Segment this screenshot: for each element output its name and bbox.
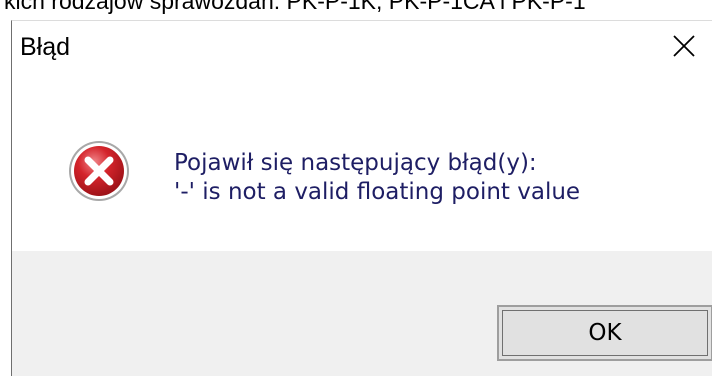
dialog-title: Błąd [20,33,71,61]
dialog-footer: OK [12,251,712,376]
focus-rectangle [502,310,708,356]
background-document-text: kich rodzajów sprawozdań: PK-P-1K, PK-P-… [4,0,586,14]
error-icon [69,141,129,201]
error-message-line-1: Pojawił się następujący błąd(y): [174,150,537,176]
dialog-content: Pojawił się następujący błąd(y): '-' is … [12,75,712,251]
ok-button[interactable]: OK [497,305,712,361]
error-dialog: Błąd Pojawił się następujący błąd(y): '-… [11,20,712,376]
close-button[interactable] [656,21,712,71]
dialog-titlebar: Błąd [12,21,712,75]
error-message-line-2: '-' is not a valid floating point value [174,179,581,205]
error-message: Pojawił się następujący błąd(y): '-' is … [174,149,580,207]
screen: kich rodzajów sprawozdań: PK-P-1K, PK-P-… [0,0,712,376]
close-icon [673,35,695,57]
